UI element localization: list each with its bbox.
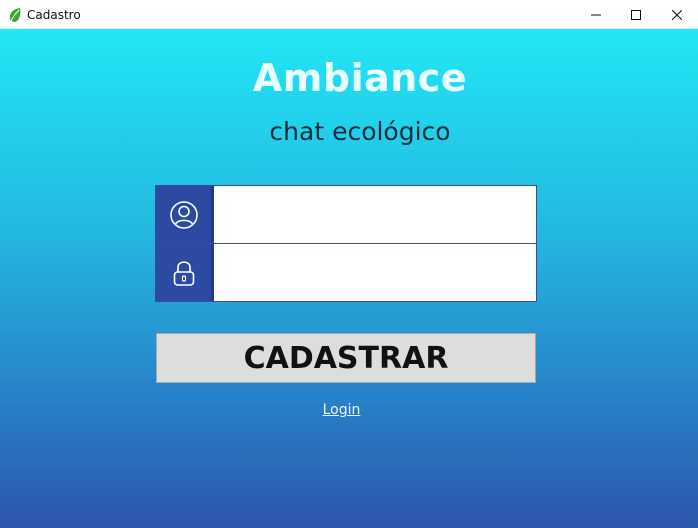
close-button[interactable]: [657, 0, 697, 29]
app-tagline: chat ecológico: [269, 117, 451, 146]
minimize-icon: [591, 14, 601, 15]
password-row: [155, 243, 537, 302]
password-icon-panel: [156, 244, 214, 301]
title-bar: Cadastro: [0, 0, 698, 29]
user-icon: [169, 200, 198, 229]
maximize-button[interactable]: [616, 0, 656, 29]
username-input[interactable]: [214, 186, 536, 243]
maximize-icon: [631, 9, 641, 20]
username-icon-panel: [156, 186, 214, 243]
lock-icon: [173, 260, 194, 286]
password-input[interactable]: [214, 244, 536, 301]
app-brand-title: Ambiance: [252, 56, 468, 100]
leaf-icon: [9, 8, 21, 22]
close-icon: [672, 9, 682, 20]
register-button[interactable]: CADASTRAR: [156, 333, 536, 383]
login-link[interactable]: Login: [0, 402, 683, 418]
minimize-button[interactable]: [576, 0, 616, 29]
username-row: [155, 185, 537, 244]
register-window-body: Ambiance chat ecológico CADASTRAR Login: [0, 29, 698, 528]
window-title: Cadastro: [27, 8, 81, 22]
